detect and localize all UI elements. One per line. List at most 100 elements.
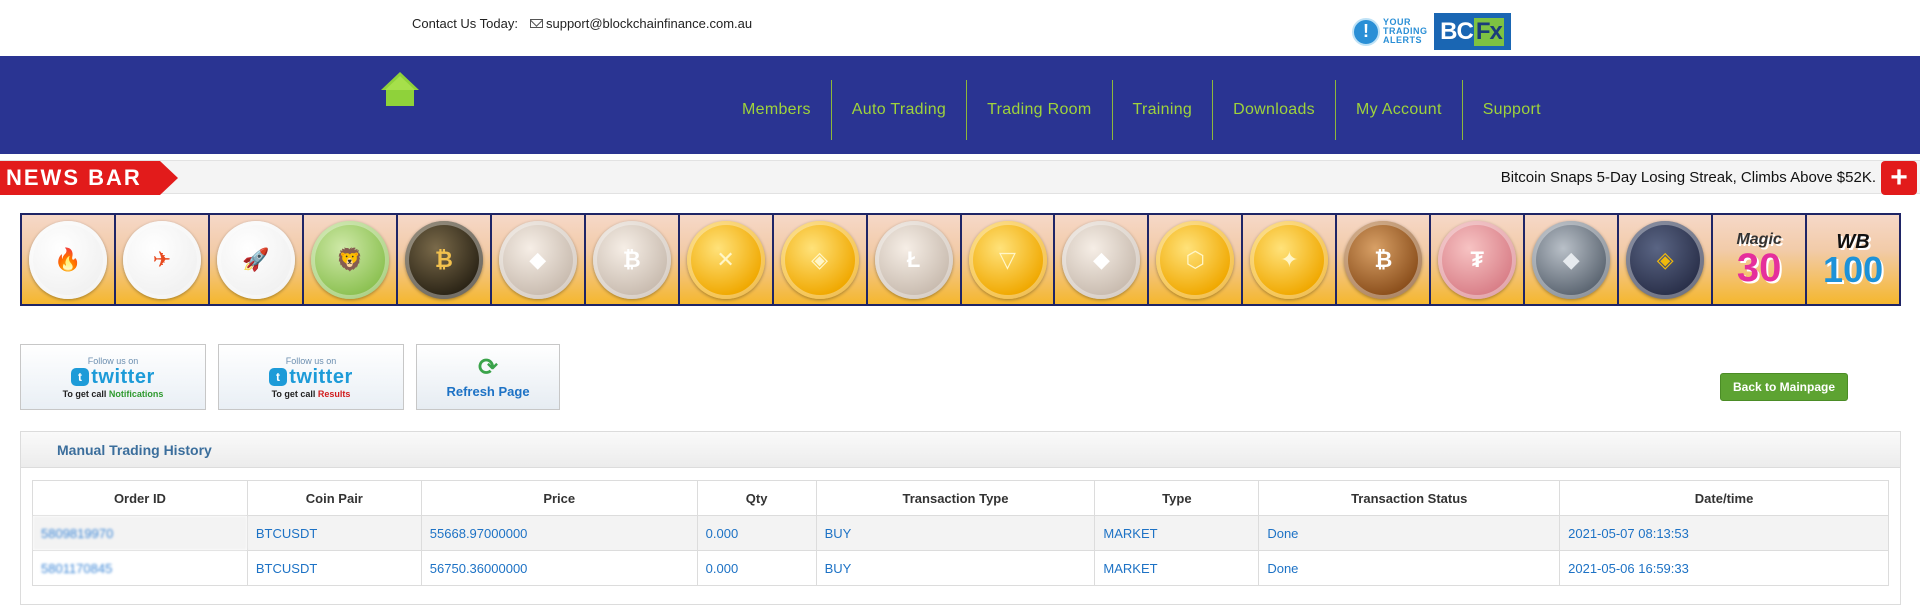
twitter-notifications-button[interactable]: Follow us on t twitter To get call Notifi…	[20, 344, 206, 410]
news-headline[interactable]: Bitcoin Snaps 5-Day Losing Streak, Climb…	[1501, 169, 1876, 186]
table-row[interactable]: 5801170845 BTCUSDT 56750.36000000 0.000 …	[32, 550, 1889, 586]
price-cell: 55668.97000000	[420, 515, 698, 551]
column-header[interactable]: Order ID	[32, 480, 248, 516]
news-bar: NEWS BAR Bitcoin Snaps 5-Day Losing Stre…	[0, 160, 1920, 195]
nav-item-members[interactable]: Members	[726, 80, 831, 140]
transaction-type-cell: BUY	[815, 515, 1096, 551]
coin-pair-cell: BTCUSDT	[246, 515, 422, 551]
nav-menu: Members Auto Trading Trading Room Traini…	[726, 80, 1561, 140]
transaction-status-cell: Done	[1258, 515, 1561, 551]
refresh-icon: ⟳	[477, 353, 499, 381]
qty-cell: 0.000	[696, 515, 817, 551]
bitcoin-gold-icon: ₿	[404, 220, 483, 299]
nav-item-trading-room[interactable]: Trading Room	[966, 80, 1111, 140]
tether-icon: ₮	[1438, 220, 1517, 299]
back-to-mainpage-button[interactable]: Back to Mainpage	[1720, 373, 1848, 401]
contact-email-link[interactable]: support@blockchainfinance.com.au	[546, 16, 752, 31]
trading-history-table: Order ID Coin Pair Price Qty Transaction…	[32, 480, 1889, 586]
twitter-logo: t twitter	[71, 366, 155, 389]
twitter-bird-icon: t	[71, 368, 90, 386]
ethereum-silver-icon: ◆	[498, 220, 577, 299]
coin-tile[interactable]: ◈	[773, 215, 868, 304]
column-header[interactable]: Qty	[696, 480, 817, 516]
fire-coffee-icon: 🔥	[28, 220, 107, 299]
wb-100-logo: WB 100	[1823, 230, 1884, 290]
coin-tile[interactable]: ◈	[1619, 215, 1714, 304]
news-expand-button[interactable]: +	[1881, 161, 1917, 195]
order-id-cell[interactable]: 5801170845	[32, 550, 248, 586]
mail-icon	[529, 19, 543, 28]
panel-title: Manual Trading History	[21, 432, 1900, 468]
ripple-icon: ✕	[686, 220, 765, 299]
nav-item-auto-trading[interactable]: Auto Trading	[830, 80, 966, 140]
nav-item-my-account[interactable]: My Account	[1334, 80, 1462, 140]
table-row[interactable]: 5809819970 BTCUSDT 55668.97000000 0.000 …	[32, 515, 1889, 551]
rocket-icon: 🚀	[216, 220, 295, 299]
coin-tile[interactable]: ◆	[1525, 215, 1620, 304]
coin-tile[interactable]: ₿	[397, 215, 492, 304]
coin-tile[interactable]: ✦	[1243, 215, 1338, 304]
coin-tile[interactable]: ₿	[1337, 215, 1432, 304]
bitcoin-silver-icon: ₿	[592, 220, 671, 299]
lion-icon: 🦁	[310, 220, 389, 299]
coin-tile[interactable]: ₿	[585, 215, 680, 304]
litecoin-icon: Ł	[874, 220, 953, 299]
coin-tile[interactable]: ₮	[1431, 215, 1526, 304]
coin-tile[interactable]: ⬡	[1149, 215, 1244, 304]
coin-tile[interactable]: 🔥	[22, 215, 116, 304]
bot-hourglass-icon: ✈	[122, 220, 201, 299]
nav-item-support[interactable]: Support	[1461, 80, 1561, 140]
follow-us-text: Follow us on	[87, 355, 139, 366]
twitter-bird-icon: t	[269, 368, 288, 386]
transaction-type-cell: BUY	[815, 550, 1096, 586]
magic-30-logo: Magic 30	[1736, 230, 1782, 290]
column-header[interactable]: Date/time	[1559, 480, 1889, 516]
wb-100-tile[interactable]: WB 100	[1807, 215, 1900, 304]
column-header[interactable]: Type	[1094, 480, 1260, 516]
stellar-icon: ✦	[1250, 220, 1329, 299]
nav-item-downloads[interactable]: Downloads	[1212, 80, 1335, 140]
type-cell: MARKET	[1094, 550, 1260, 586]
coin-tile[interactable]: ◆	[1055, 215, 1150, 304]
contact-label: Contact Us Today:	[412, 16, 518, 31]
follow-caption: To get call Results	[271, 388, 351, 399]
column-header[interactable]: Price	[420, 480, 698, 516]
refresh-page-label: Refresh Page	[446, 383, 530, 399]
coin-tile[interactable]: 🚀	[209, 215, 304, 304]
twitter-results-button[interactable]: Follow us on t twitter To get call Result…	[218, 344, 404, 410]
home-icon[interactable]	[380, 70, 420, 108]
manual-trading-history-panel: Manual Trading History Order ID Coin Pai…	[20, 431, 1901, 605]
tron-icon: ▽	[968, 220, 1047, 299]
column-header[interactable]: Coin Pair	[246, 480, 422, 516]
ethereum-classic-icon: ◆	[1062, 220, 1141, 299]
price-cell: 56750.36000000	[420, 550, 698, 586]
coin-tile[interactable]: Ł	[867, 215, 962, 304]
column-header[interactable]: Transaction Status	[1258, 480, 1561, 516]
coin-tile[interactable]: ◆	[491, 215, 586, 304]
eos-icon: ◈	[780, 220, 859, 299]
coin-tile[interactable]: ▽	[961, 215, 1056, 304]
coin-strip: 🔥 ✈ 🚀 🦁 ₿ ◆ ₿ ✕ ◈ Ł ▽ ◆ ⬡ ✦ ₿ ₮ ◆ ◈ Magi…	[20, 213, 1901, 306]
top-bar: Contact Us Today: support@blockchainfina…	[0, 0, 1920, 56]
magic-30-tile[interactable]: Magic 30	[1713, 215, 1808, 304]
your-trading-alerts-logo[interactable]: ! YOUR TRADING ALERTS	[1352, 17, 1428, 46]
qty-cell: 0.000	[696, 550, 817, 586]
column-header[interactable]: Transaction Type	[815, 480, 1096, 516]
partner-logos: ! YOUR TRADING ALERTS BC Fx	[1352, 13, 1511, 50]
bitcoin-bronze-icon: ₿	[1344, 220, 1423, 299]
nav-item-training[interactable]: Training	[1111, 80, 1213, 140]
coin-tile[interactable]: ✈	[115, 215, 210, 304]
bcfx-bc: BC	[1440, 17, 1474, 45]
alert-icon: !	[1352, 17, 1380, 46]
yta-line3: ALERTS	[1383, 35, 1422, 45]
coin-tile[interactable]: ✕	[679, 215, 774, 304]
transaction-status-cell: Done	[1258, 550, 1561, 586]
refresh-page-button[interactable]: ⟳ Refresh Page	[416, 344, 560, 410]
coin-tile[interactable]: 🦁	[303, 215, 398, 304]
follow-us-text: Follow us on	[285, 355, 337, 366]
main-nav: Members Auto Trading Trading Room Traini…	[0, 56, 1920, 154]
news-bar-label: NEWS BAR	[0, 161, 178, 195]
twitter-logo: t twitter	[269, 366, 353, 389]
order-id-cell[interactable]: 5809819970	[32, 515, 248, 551]
bcfx-logo[interactable]: BC Fx	[1433, 13, 1511, 50]
